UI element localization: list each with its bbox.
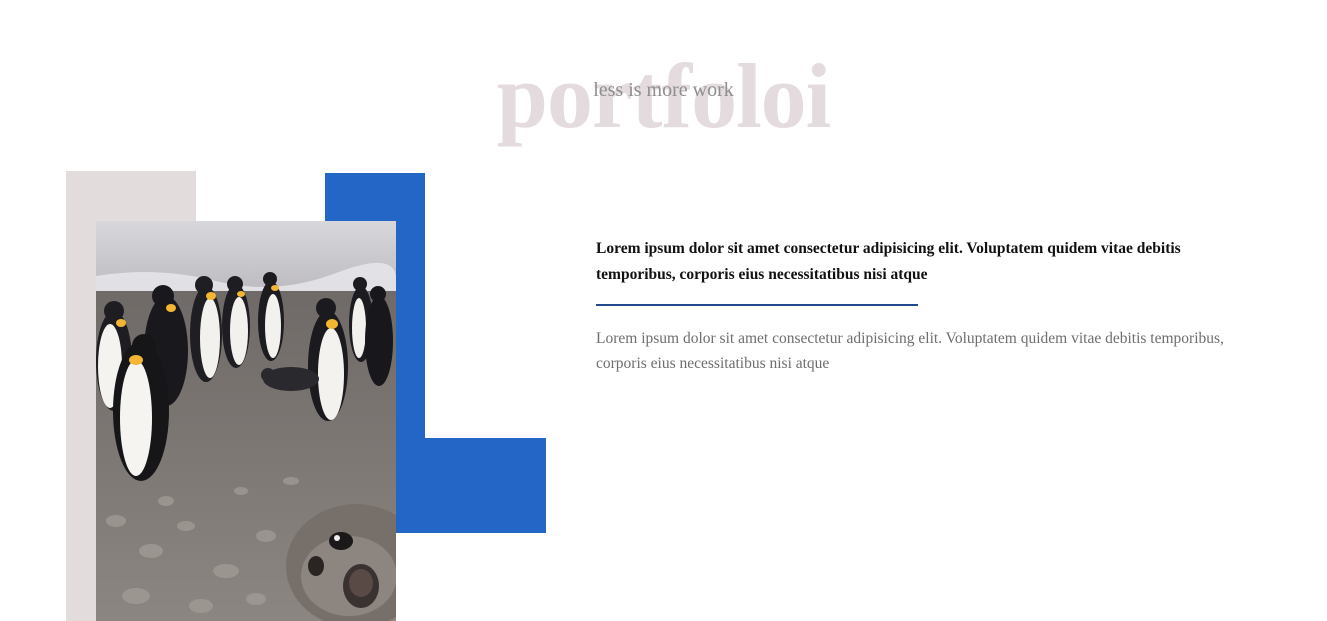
page-subtitle: less is more work <box>593 79 734 101</box>
featured-photo <box>96 221 396 621</box>
content-heading: Lorem ipsum dolor sit amet consectetur a… <box>596 240 1181 283</box>
penguins-and-seal-illustration <box>96 221 396 621</box>
content-body: Lorem ipsum dolor sit amet consectetur a… <box>596 330 1224 372</box>
content-section: Lorem ipsum dolor sit amet consectetur a… <box>596 236 1236 376</box>
divider-line <box>596 304 918 306</box>
